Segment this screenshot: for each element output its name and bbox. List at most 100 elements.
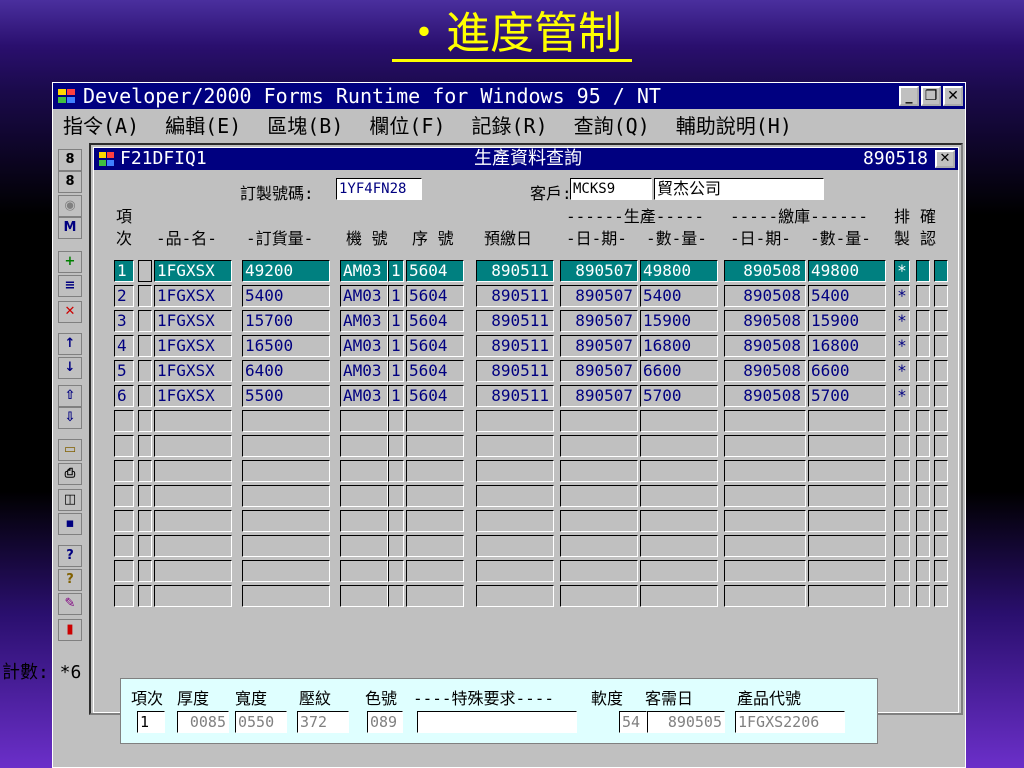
row-4-c1-cell[interactable] bbox=[916, 335, 930, 357]
empty-row-12-prod-qty-cell[interactable] bbox=[640, 535, 718, 557]
empty-row-13-machine-cell[interactable] bbox=[340, 560, 388, 582]
insert-record-icon[interactable]: + bbox=[58, 251, 82, 273]
save-icon[interactable]: ▪ bbox=[58, 513, 82, 535]
customer-name-field[interactable]: 貿杰公司 bbox=[654, 178, 824, 200]
empty-row-8-m2-cell[interactable] bbox=[388, 435, 404, 457]
detail-special-field[interactable] bbox=[417, 711, 577, 733]
empty-row-11-order-qty-cell[interactable] bbox=[242, 510, 330, 532]
empty-row-12-machine-cell[interactable] bbox=[340, 535, 388, 557]
empty-row-12-product-cell[interactable] bbox=[154, 535, 232, 557]
print-icon[interactable]: ⎙ bbox=[58, 463, 82, 485]
menu-action[interactable]: 指令(A) bbox=[63, 110, 139, 139]
empty-row-7-no-cell[interactable] bbox=[114, 410, 134, 432]
empty-row-7-sched-cell[interactable] bbox=[894, 410, 910, 432]
row-4-prod-qty-cell[interactable]: 16800 bbox=[640, 335, 718, 357]
empty-row-13-m2-cell[interactable] bbox=[388, 560, 404, 582]
menu-record[interactable]: 記錄(R) bbox=[472, 110, 548, 139]
empty-row-12-m2-cell[interactable] bbox=[388, 535, 404, 557]
row-6-prod-qty-cell[interactable]: 5700 bbox=[640, 385, 718, 407]
row-4-prod-date-cell[interactable]: 890507 bbox=[560, 335, 638, 357]
row-6-m2-cell[interactable]: 1 bbox=[388, 385, 404, 407]
empty-row-10-no-cell[interactable] bbox=[114, 485, 134, 507]
empty-row-9-c1-cell[interactable] bbox=[916, 460, 930, 482]
empty-row-12-ind-cell[interactable] bbox=[138, 535, 152, 557]
empty-row-10-product-cell[interactable] bbox=[154, 485, 232, 507]
row-2-del-qty-cell[interactable]: 5400 bbox=[808, 285, 886, 307]
form-close-button[interactable]: ✕ bbox=[935, 150, 955, 168]
empty-row-9-prod-date-cell[interactable] bbox=[560, 460, 638, 482]
search-icon[interactable]: M bbox=[58, 217, 82, 239]
row-1-planned-cell[interactable]: 890511 bbox=[476, 260, 554, 282]
empty-row-14-no-cell[interactable] bbox=[114, 585, 134, 607]
empty-row-13-c1-cell[interactable] bbox=[916, 560, 930, 582]
row-3-prod-date-cell[interactable]: 890507 bbox=[560, 310, 638, 332]
row-4-m2-cell[interactable]: 1 bbox=[388, 335, 404, 357]
menu-block[interactable]: 區塊(B) bbox=[267, 110, 343, 139]
row-1-c2-cell[interactable] bbox=[934, 260, 948, 282]
delete-record-icon[interactable]: ✕ bbox=[58, 301, 82, 323]
row-2-order-qty-cell[interactable]: 5400 bbox=[242, 285, 330, 307]
empty-row-8-sched-cell[interactable] bbox=[894, 435, 910, 457]
empty-row-11-del-date-cell[interactable] bbox=[724, 510, 806, 532]
empty-row-7-c1-cell[interactable] bbox=[916, 410, 930, 432]
empty-row-12-no-cell[interactable] bbox=[114, 535, 134, 557]
detail-width-field[interactable]: 0550 bbox=[235, 711, 287, 733]
row-3-sched-cell[interactable]: * bbox=[894, 310, 910, 332]
empty-row-12-c1-cell[interactable] bbox=[916, 535, 930, 557]
empty-row-8-seq-cell[interactable] bbox=[406, 435, 464, 457]
empty-row-10-prod-date-cell[interactable] bbox=[560, 485, 638, 507]
row-6-product-cell[interactable]: 1FGXSX bbox=[154, 385, 232, 407]
row-3-c2-cell[interactable] bbox=[934, 310, 948, 332]
row-6-del-date-cell[interactable]: 890508 bbox=[724, 385, 806, 407]
empty-row-14-prod-date-cell[interactable] bbox=[560, 585, 638, 607]
empty-row-14-c2-cell[interactable] bbox=[934, 585, 948, 607]
empty-row-14-seq-cell[interactable] bbox=[406, 585, 464, 607]
empty-row-13-c2-cell[interactable] bbox=[934, 560, 948, 582]
empty-row-12-del-date-cell[interactable] bbox=[724, 535, 806, 557]
clear-icon[interactable]: ✎ bbox=[58, 593, 82, 615]
empty-row-13-sched-cell[interactable] bbox=[894, 560, 910, 582]
empty-row-11-no-cell[interactable] bbox=[114, 510, 134, 532]
duplicate-record-icon[interactable]: ≡ bbox=[58, 275, 82, 297]
empty-row-13-order-qty-cell[interactable] bbox=[242, 560, 330, 582]
detail-customer-date-field[interactable]: 890505 bbox=[647, 711, 725, 733]
empty-row-10-machine-cell[interactable] bbox=[340, 485, 388, 507]
empty-row-9-machine-cell[interactable] bbox=[340, 460, 388, 482]
empty-row-14-m2-cell[interactable] bbox=[388, 585, 404, 607]
row-2-no-cell[interactable]: 2 bbox=[114, 285, 134, 307]
row-5-c2-cell[interactable] bbox=[934, 360, 948, 382]
empty-row-11-c1-cell[interactable] bbox=[916, 510, 930, 532]
row-3-del-qty-cell[interactable]: 15900 bbox=[808, 310, 886, 332]
row-3-c1-cell[interactable] bbox=[916, 310, 930, 332]
row-1-del-qty-cell[interactable]: 49800 bbox=[808, 260, 886, 282]
row-6-planned-cell[interactable]: 890511 bbox=[476, 385, 554, 407]
empty-row-14-del-date-cell[interactable] bbox=[724, 585, 806, 607]
row-6-order-qty-cell[interactable]: 5500 bbox=[242, 385, 330, 407]
row-1-del-date-cell[interactable]: 890508 bbox=[724, 260, 806, 282]
empty-row-7-del-qty-cell[interactable] bbox=[808, 410, 886, 432]
form-titlebar[interactable]: F21DFIQ1 生產資料查詢 890518 ✕ bbox=[94, 148, 958, 170]
exit-icon[interactable]: ▮ bbox=[58, 619, 82, 641]
empty-row-9-no-cell[interactable] bbox=[114, 460, 134, 482]
empty-row-7-prod-qty-cell[interactable] bbox=[640, 410, 718, 432]
row-6-sched-cell[interactable]: * bbox=[894, 385, 910, 407]
next-block-icon[interactable]: ⇩ bbox=[58, 407, 82, 429]
row-2-product-cell[interactable]: 1FGXSX bbox=[154, 285, 232, 307]
row-4-ind-indicator[interactable] bbox=[138, 335, 152, 357]
menu-edit[interactable]: 編輯(E) bbox=[165, 110, 241, 139]
empty-row-11-c2-cell[interactable] bbox=[934, 510, 948, 532]
row-4-machine-cell[interactable]: AM03 bbox=[340, 335, 388, 357]
empty-row-10-prod-qty-cell[interactable] bbox=[640, 485, 718, 507]
row-4-order-qty-cell[interactable]: 16500 bbox=[242, 335, 330, 357]
empty-row-11-seq-cell[interactable] bbox=[406, 510, 464, 532]
row-4-del-qty-cell[interactable]: 16800 bbox=[808, 335, 886, 357]
empty-row-9-planned-cell[interactable] bbox=[476, 460, 554, 482]
empty-row-13-seq-cell[interactable] bbox=[406, 560, 464, 582]
keys-icon[interactable]: ? bbox=[58, 569, 82, 591]
empty-row-7-ind-cell[interactable] bbox=[138, 410, 152, 432]
empty-row-13-product-cell[interactable] bbox=[154, 560, 232, 582]
row-1-prod-qty-cell[interactable]: 49800 bbox=[640, 260, 718, 282]
empty-row-8-no-cell[interactable] bbox=[114, 435, 134, 457]
empty-row-8-product-cell[interactable] bbox=[154, 435, 232, 457]
empty-row-7-machine-cell[interactable] bbox=[340, 410, 388, 432]
